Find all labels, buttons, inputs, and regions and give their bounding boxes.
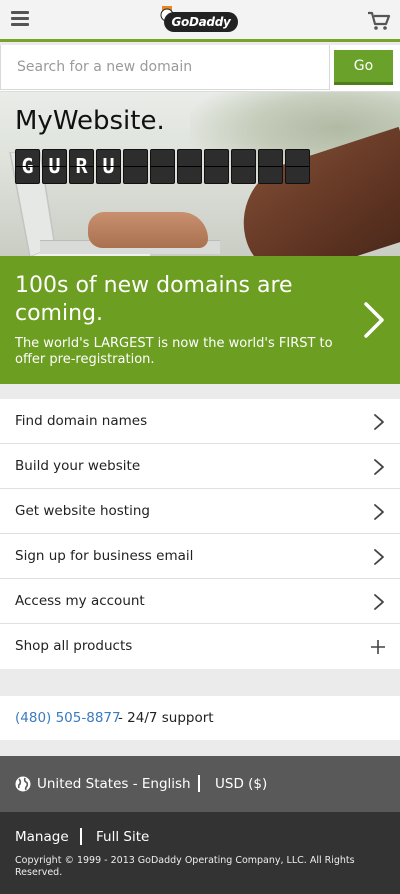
logo-text: GoDaddy — [164, 12, 238, 32]
hero-banner[interactable]: MyWebsite. G U R U — [0, 92, 400, 256]
flip-tile — [258, 149, 283, 184]
promo-subtitle: The world's LARGEST is now the world's F… — [15, 336, 333, 367]
footer: Manage Full Site Copyright © 1999 - 2013… — [0, 812, 400, 894]
flip-tile — [231, 149, 256, 184]
flip-tile — [285, 149, 310, 184]
promo-title: 100s of new domains are coming. — [15, 273, 293, 326]
globe-icon — [15, 776, 31, 792]
hero-title: MyWebsite. — [15, 106, 165, 136]
nav-item-label: Shop all products — [15, 638, 133, 654]
chevron-right-icon — [374, 414, 384, 430]
domain-flipboard: G U R U — [15, 149, 310, 184]
nav-item-label: Sign up for business email — [15, 548, 194, 564]
nav-list: Find domain names Build your website Get… — [0, 399, 400, 669]
divider — [198, 775, 200, 792]
divider — [80, 828, 82, 845]
chevron-right-icon — [374, 459, 384, 475]
locale-bar: United States - English USD ($) — [0, 756, 400, 812]
chevron-right-icon[interactable] — [362, 301, 386, 339]
nav-item-shop-all-products[interactable]: Shop all products — [0, 624, 400, 669]
flip-tile: U — [96, 149, 121, 184]
manage-link[interactable]: Manage — [15, 829, 69, 845]
cart-icon[interactable] — [367, 11, 391, 31]
nav-item-business-email[interactable]: Sign up for business email — [0, 534, 400, 579]
chevron-right-icon — [374, 504, 384, 520]
flip-tile: R — [69, 149, 94, 184]
full-site-link[interactable]: Full Site — [96, 829, 149, 845]
nav-item-access-account[interactable]: Access my account — [0, 579, 400, 624]
flip-tile — [177, 149, 202, 184]
nav-item-build-website[interactable]: Build your website — [0, 444, 400, 489]
hamburger-menu-icon[interactable] — [11, 11, 29, 29]
nav-item-label: Access my account — [15, 593, 145, 609]
language-selector[interactable]: United States - English — [37, 776, 191, 792]
currency-selector[interactable]: USD ($) — [215, 776, 267, 792]
support-phone-link[interactable]: (480) 505-8877 — [15, 710, 121, 726]
support-text: - 24/7 support — [118, 710, 214, 726]
nav-item-website-hosting[interactable]: Get website hosting — [0, 489, 400, 534]
chevron-right-icon — [374, 549, 384, 565]
plus-icon — [371, 640, 385, 654]
nav-item-label: Build your website — [15, 458, 141, 474]
go-button[interactable]: Go — [334, 50, 393, 85]
flip-tile: G — [15, 149, 40, 184]
promo-banner[interactable]: 100s of new domains are coming. The worl… — [0, 256, 400, 384]
flip-tile — [123, 149, 148, 184]
nav-item-find-domain-names[interactable]: Find domain names — [0, 399, 400, 444]
domain-search: Go — [0, 45, 400, 92]
top-header: GoDaddy — [0, 0, 400, 42]
flip-tile — [150, 149, 175, 184]
flip-tile: U — [42, 149, 67, 184]
copyright-text: Copyright © 1999 - 2013 GoDaddy Operatin… — [15, 855, 355, 878]
nav-item-label: Find domain names — [15, 413, 148, 429]
hero-hands — [88, 212, 208, 248]
chevron-right-icon — [374, 594, 384, 610]
godaddy-logo[interactable]: GoDaddy — [160, 6, 240, 36]
nav-item-label: Get website hosting — [15, 503, 150, 519]
support-line: (480) 505-8877 - 24/7 support — [0, 696, 400, 740]
flip-tile — [204, 149, 229, 184]
domain-search-input[interactable] — [0, 45, 330, 90]
